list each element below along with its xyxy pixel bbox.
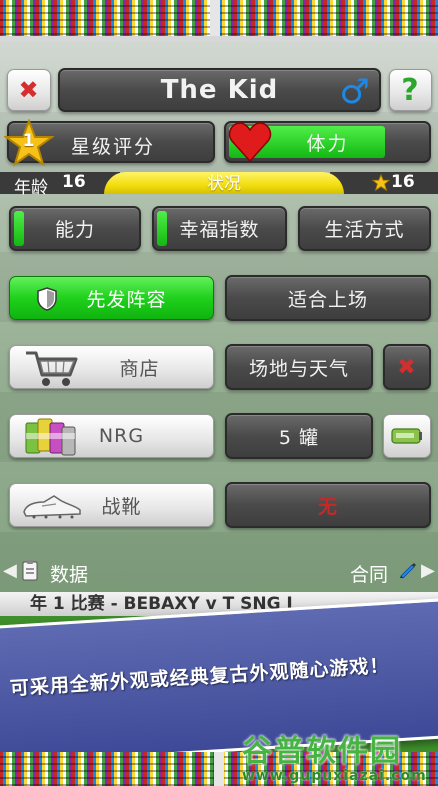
star-badge: 1 bbox=[2, 118, 56, 169]
male-gender-icon: ♂ bbox=[339, 72, 371, 112]
tab-lifestyle[interactable]: 生活方式 bbox=[298, 206, 431, 251]
boots-value-label: 无 bbox=[317, 495, 338, 518]
shopping-cart-icon bbox=[24, 349, 80, 389]
footer-nav: ◀ 数据 合同 ▶ bbox=[0, 551, 438, 591]
right-arrow-icon[interactable]: ▶ bbox=[421, 560, 435, 581]
starting-lineup-button[interactable]: 先发阵容 bbox=[9, 276, 214, 320]
happiness-bar-fill bbox=[157, 211, 168, 246]
heart-icon bbox=[228, 121, 272, 163]
watermark-url: www.gupuxiazai.com bbox=[242, 768, 427, 784]
nrg-button[interactable]: NRG bbox=[9, 414, 214, 458]
clipboard-icon bbox=[22, 559, 38, 581]
watermark-logo: 谷普软件园 www.gupuxiazai.com bbox=[242, 726, 427, 784]
close-button[interactable]: ✖ bbox=[7, 69, 51, 111]
player-name-bar: The Kid ♂ bbox=[58, 68, 381, 112]
fit-to-play-button[interactable]: 适合上场 bbox=[225, 275, 431, 321]
player-name: The Kid bbox=[160, 75, 279, 105]
venue-weather-label: 场地与天气 bbox=[248, 357, 349, 380]
tab-happiness-label: 幸福指数 bbox=[179, 219, 260, 241]
help-button[interactable]: ? bbox=[389, 69, 432, 111]
help-icon: ? bbox=[401, 72, 420, 108]
tab-ability[interactable]: 能力 bbox=[9, 206, 141, 251]
venue-weather-button[interactable]: 场地与天气 bbox=[225, 344, 373, 390]
energy-cans-icon bbox=[22, 413, 78, 461]
nrg-count-label: 5 罐 bbox=[278, 426, 320, 449]
top-crowd-banner bbox=[0, 0, 438, 42]
age-status-strip: 年龄 16 状况 16 bbox=[0, 172, 438, 198]
starting-lineup-label: 先发阵容 bbox=[86, 288, 167, 311]
star-rating-label: 星级评分 bbox=[71, 136, 156, 158]
nrg-label: NRG bbox=[98, 425, 145, 447]
left-arrow-icon[interactable]: ◀ bbox=[3, 560, 17, 581]
close-icon: ✖ bbox=[18, 76, 40, 104]
status-label: 状况 bbox=[207, 174, 241, 194]
stamina-bar[interactable]: 体力 bbox=[224, 121, 431, 163]
use-nrg-button[interactable] bbox=[383, 414, 431, 458]
ability-bar-fill bbox=[14, 211, 25, 246]
small-star-icon bbox=[372, 174, 390, 192]
star-level: 1 bbox=[22, 131, 36, 151]
football-boot-icon bbox=[22, 494, 82, 520]
star-rating-panel[interactable]: 1 星级评分 bbox=[2, 118, 215, 167]
star-value: 16 bbox=[391, 172, 415, 192]
energy-can-icon bbox=[390, 425, 424, 447]
cancel-venue-button[interactable]: ✖ bbox=[383, 344, 431, 390]
tab-lifestyle-label: 生活方式 bbox=[324, 219, 405, 241]
watermark-title: 谷普软件园 bbox=[242, 734, 402, 769]
age-value: 16 bbox=[62, 172, 86, 192]
data-link[interactable]: 数据 bbox=[50, 560, 88, 587]
shop-button[interactable]: 商店 bbox=[9, 345, 214, 389]
fit-to-play-label: 适合上场 bbox=[287, 288, 368, 311]
boots-label: 战靴 bbox=[101, 495, 142, 518]
close-icon: ✖ bbox=[397, 354, 417, 380]
pen-icon bbox=[398, 559, 418, 579]
nrg-count: 5 罐 bbox=[225, 413, 373, 459]
stamina-label: 体力 bbox=[306, 132, 349, 155]
contract-link[interactable]: 合同 bbox=[350, 560, 388, 587]
promo-banner-text: 可采用全新外观或经典复古外观随心游戏！ bbox=[9, 654, 391, 700]
status-tab[interactable]: 状况 bbox=[104, 172, 344, 194]
shield-icon bbox=[36, 287, 58, 311]
boots-value: 无 bbox=[225, 482, 431, 528]
tab-happiness[interactable]: 幸福指数 bbox=[152, 206, 287, 251]
tab-ability-label: 能力 bbox=[54, 219, 95, 241]
boots-button[interactable]: 战靴 bbox=[9, 483, 214, 527]
shop-label: 商店 bbox=[119, 357, 160, 380]
age-label: 年龄 bbox=[14, 178, 48, 198]
